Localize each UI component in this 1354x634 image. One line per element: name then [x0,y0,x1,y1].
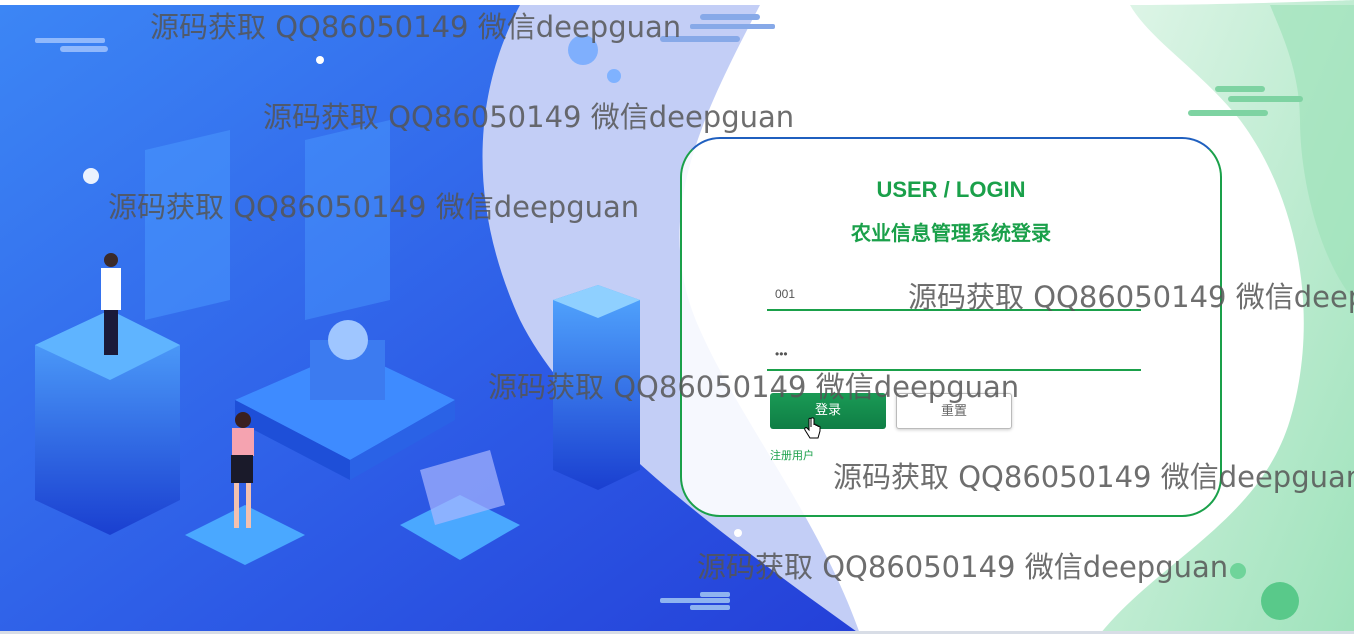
login-title-cn: 农业信息管理系统登录 [851,221,1051,245]
login-card: USER / LOGIN 农业信息管理系统登录 登录 重置 注册用户 [680,137,1222,517]
reset-button[interactable]: 重置 [896,393,1012,429]
hand-pointer-cursor-icon [804,417,821,439]
register-link[interactable]: 注册用户 [770,447,814,463]
login-button[interactable]: 登录 [770,393,886,429]
login-title-en: USER / LOGIN [876,177,1026,202]
username-input[interactable] [767,279,1141,311]
login-page: USER / LOGIN 农业信息管理系统登录 登录 重置 注册用户 源码获取 … [0,0,1354,634]
password-input[interactable] [767,339,1141,371]
